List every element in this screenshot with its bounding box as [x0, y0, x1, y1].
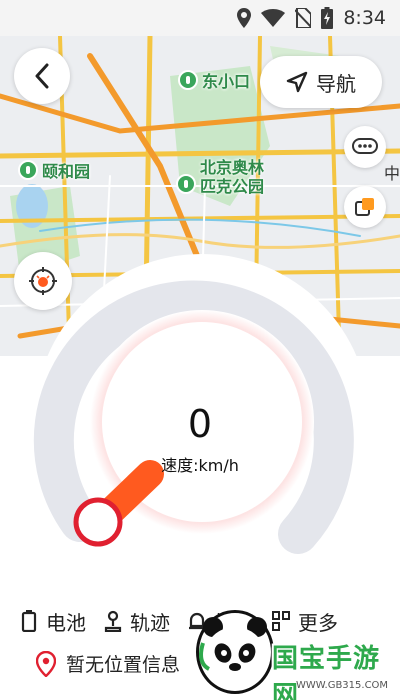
- navigate-label: 导航: [316, 71, 356, 96]
- status-bar: 8:34: [0, 0, 400, 36]
- battery-status-icon: [321, 7, 334, 29]
- speed-unit-label: 速度:km/h: [161, 456, 239, 475]
- battery-icon: [21, 610, 37, 632]
- gauge-knob: [73, 497, 123, 547]
- poi-yiheyuan[interactable]: 颐和园: [18, 158, 90, 182]
- chat-bubble-icon: [352, 138, 378, 154]
- tab-label: 电池: [46, 610, 86, 635]
- navigation-arrow-icon: [286, 71, 308, 93]
- poi-label-line2: 匹克公园: [200, 177, 265, 196]
- park-icon: [178, 70, 198, 90]
- tab-battery[interactable]: 电池: [20, 607, 86, 636]
- poi-olympic-park[interactable]: 北京奥林 匹克公园: [176, 158, 264, 196]
- map-side-label: 中: [384, 164, 400, 183]
- chevron-left-icon: [35, 63, 49, 89]
- location-pin-icon: [36, 650, 56, 677]
- poi-label: 北京奥林 匹克公园: [200, 158, 264, 196]
- location-row[interactable]: 暂无位置信息: [36, 650, 180, 677]
- poi-label: 东小口: [202, 72, 251, 91]
- location-text: 暂无位置信息: [66, 654, 181, 676]
- crosshair-icon: [29, 267, 57, 295]
- park-icon: [176, 174, 196, 194]
- status-icons: 8:34: [237, 6, 386, 30]
- wifi-icon: [261, 9, 286, 27]
- layers-icon: [355, 198, 374, 216]
- layers-button[interactable]: [344, 186, 386, 228]
- status-time: 8:34: [343, 7, 386, 29]
- track-icon: [104, 610, 122, 632]
- park-icon: [18, 160, 38, 180]
- poi-label-line1: 北京奥林: [200, 158, 265, 177]
- no-sim-icon: [295, 8, 312, 28]
- location-icon: [237, 8, 252, 28]
- tab-track[interactable]: 轨迹: [104, 607, 170, 636]
- back-button[interactable]: [14, 48, 70, 104]
- navigate-button[interactable]: 导航: [260, 56, 382, 108]
- panda-logo-icon: [196, 610, 274, 694]
- tab-label: 轨迹: [130, 610, 170, 635]
- watermark-url: WWW.GB315.COM: [296, 680, 389, 691]
- poi-dongxiaokou[interactable]: 东小口: [178, 68, 250, 92]
- speed-value: 0: [187, 402, 213, 446]
- locate-device-button[interactable]: [14, 252, 72, 310]
- watermark: 国宝手游网 WWW.GB315.COM: [196, 608, 400, 700]
- message-button[interactable]: [344, 126, 386, 168]
- poi-label: 颐和园: [42, 162, 91, 181]
